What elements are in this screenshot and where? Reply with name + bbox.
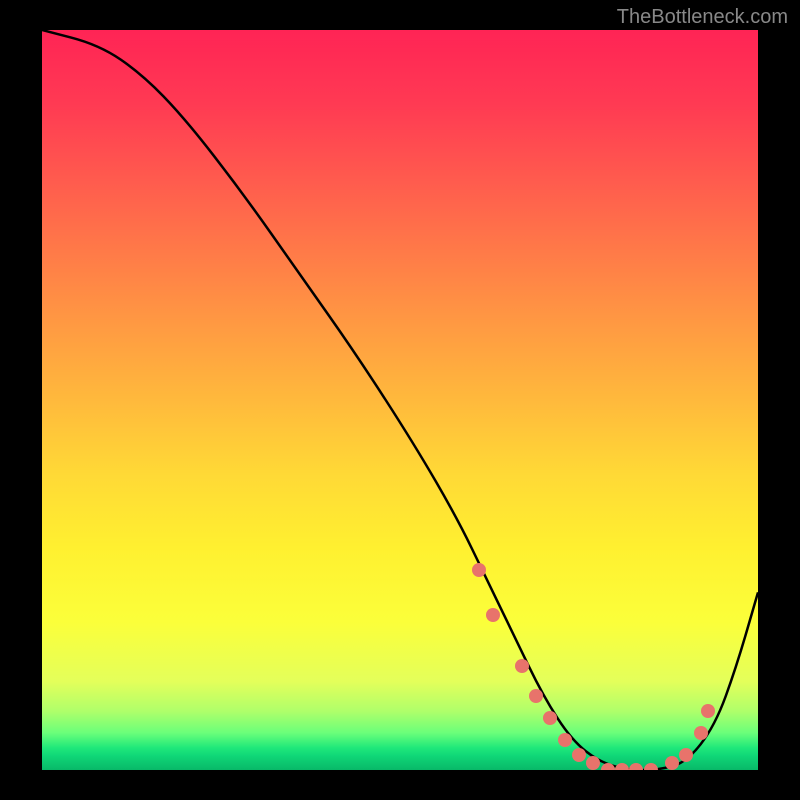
- chart-marker-dot: [615, 763, 629, 770]
- chart-marker-dot: [572, 748, 586, 762]
- chart-marker-dot: [486, 608, 500, 622]
- chart-marker-dot: [679, 748, 693, 762]
- chart-marker-dot: [558, 733, 572, 747]
- chart-marker-dot: [543, 711, 557, 725]
- chart-gradient-background: [42, 30, 758, 770]
- chart-marker-dot: [644, 763, 658, 770]
- chart-marker-dot: [529, 689, 543, 703]
- chart-marker-dot: [694, 726, 708, 740]
- chart-marker-dot: [515, 659, 529, 673]
- chart-marker-dot: [629, 763, 643, 770]
- attribution-text: TheBottleneck.com: [617, 6, 788, 29]
- chart-marker-dot: [701, 704, 715, 718]
- chart-plot-area: [42, 30, 758, 770]
- chart-marker-dot: [665, 756, 679, 770]
- chart-marker-dot: [601, 763, 615, 770]
- chart-marker-dot: [472, 563, 486, 577]
- chart-marker-dot: [586, 756, 600, 770]
